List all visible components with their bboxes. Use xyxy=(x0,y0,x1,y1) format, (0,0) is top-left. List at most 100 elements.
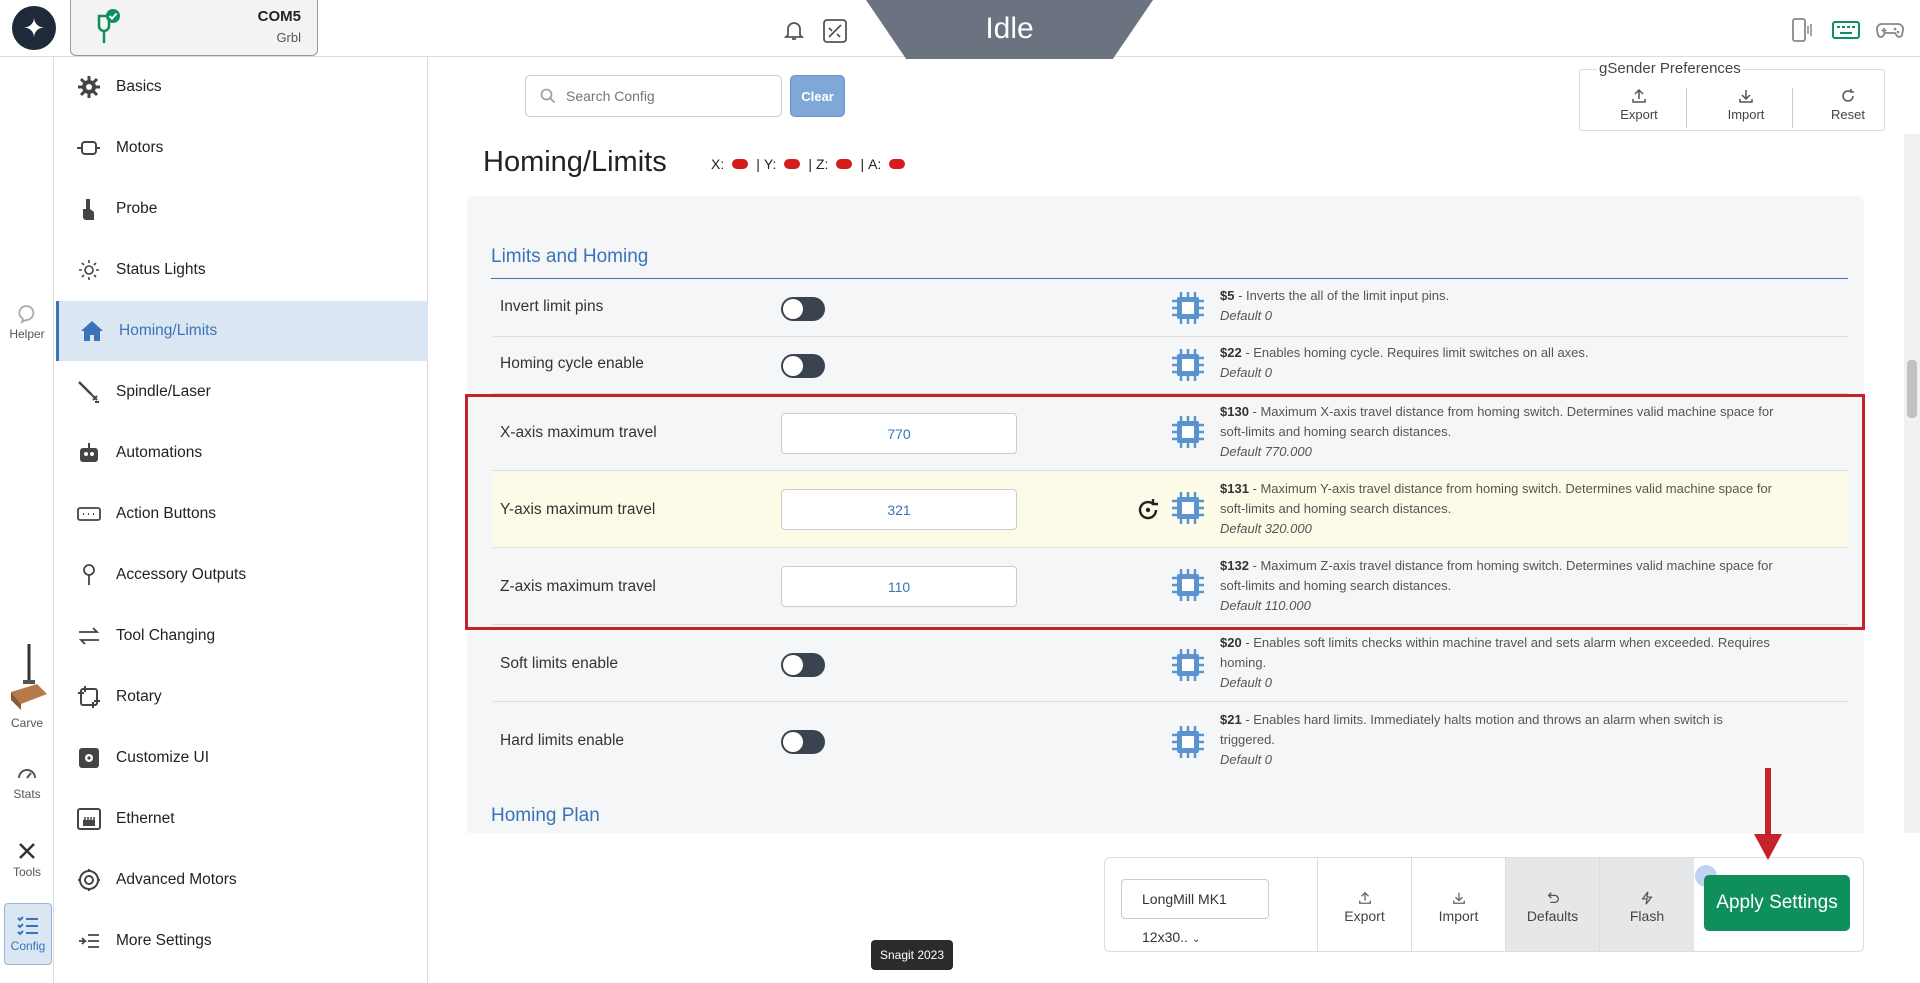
gcode-icon[interactable] xyxy=(822,18,848,44)
axis-z-label: Z: xyxy=(815,156,829,172)
page-title: Homing/Limits xyxy=(483,146,667,178)
prefs-export-button[interactable]: Export xyxy=(1604,88,1674,122)
pin-icon xyxy=(76,562,102,588)
machine-profile-select[interactable]: LongMill MK1 12x30.. ⌄ xyxy=(1121,879,1269,945)
helper-icon xyxy=(18,305,35,324)
import-settings-button[interactable]: Import xyxy=(1411,858,1505,951)
setting-text: - Inverts the all of the limit input pin… xyxy=(1234,288,1450,303)
export-settings-button[interactable]: Export xyxy=(1317,858,1411,951)
bell-icon[interactable] xyxy=(782,18,806,42)
search-input[interactable] xyxy=(566,88,766,104)
nav-item-status-lights[interactable]: Status Lights xyxy=(56,240,428,300)
search-box[interactable] xyxy=(525,75,782,117)
import-label: Import xyxy=(1438,908,1479,924)
axis-y-label: Y: xyxy=(763,156,777,172)
divider xyxy=(1686,88,1687,128)
probe-icon xyxy=(76,196,102,222)
lightning-icon xyxy=(1641,891,1653,905)
nav-item-more-settings[interactable]: More Settings xyxy=(56,911,428,971)
setting-description: $5 - Inverts the all of the limit input … xyxy=(1220,286,1780,326)
stats-gauge-icon xyxy=(18,769,36,779)
nav-item-homing-limits[interactable]: Homing/Limits xyxy=(56,301,428,361)
home-icon xyxy=(79,318,105,344)
flash-button[interactable]: Flash xyxy=(1599,858,1694,951)
setting-default: Default 0 xyxy=(1220,308,1273,323)
apply-settings-button[interactable]: Apply Settings xyxy=(1704,875,1850,931)
nav-item-accessory-outputs[interactable]: Accessory Outputs xyxy=(56,545,428,605)
prefs-import-button[interactable]: Import xyxy=(1711,88,1781,122)
hard-limits-enable-toggle[interactable] xyxy=(781,730,825,754)
motor-icon xyxy=(76,135,102,161)
nav-item-rotary[interactable]: Rotary xyxy=(56,667,428,727)
nav-item-action-buttons[interactable]: Action Buttons xyxy=(56,484,428,544)
setting-default: Default 0 xyxy=(1220,675,1273,690)
axis-a-indicator xyxy=(889,159,906,169)
setting-label: Hard limits enable xyxy=(500,732,625,749)
config-list-icon xyxy=(17,916,38,936)
nav-item-automations[interactable]: Automations xyxy=(56,423,428,483)
keyboard-icon[interactable] xyxy=(1832,18,1860,42)
nav-item-label: Automations xyxy=(116,444,203,461)
defaults-label: Defaults xyxy=(1526,908,1579,924)
defaults-button[interactable]: Defaults xyxy=(1505,858,1599,951)
rail-config[interactable]: Config xyxy=(4,903,52,965)
nav-item-advanced-motors[interactable]: Advanced Motors xyxy=(56,850,428,910)
rail-carve[interactable]: Carve xyxy=(0,642,54,730)
nav-item-label: Action Buttons xyxy=(116,505,216,522)
nav-item-ethernet[interactable]: Ethernet xyxy=(56,789,428,849)
axis-x-label: X: xyxy=(711,156,725,172)
reset-icon xyxy=(1842,89,1854,102)
ethernet-icon xyxy=(76,806,102,832)
undo-icon xyxy=(1547,892,1559,904)
setting-code: $22 xyxy=(1220,345,1242,360)
prefs-reset-label: Reset xyxy=(1831,107,1865,122)
connection-button[interactable]: COM5 Grbl xyxy=(70,0,318,56)
rail-stats[interactable]: Stats xyxy=(0,762,54,801)
firmware-chip-icon xyxy=(1172,349,1204,381)
section-title-limits-homing: Limits and Homing xyxy=(491,246,649,267)
setting-code: $20 xyxy=(1220,635,1242,650)
machine-profile-value: LongMill MK1 12x30.. xyxy=(1142,891,1227,945)
nav-item-label: Probe xyxy=(116,200,158,217)
axis-separator: | xyxy=(860,156,865,172)
setting-description: $20 - Enables soft limits checks within … xyxy=(1220,633,1780,693)
rail-tools[interactable]: Tools xyxy=(0,840,54,879)
prefs-import-label: Import xyxy=(1727,107,1765,122)
mobile-icon[interactable] xyxy=(1787,18,1815,42)
nav-item-label: Motors xyxy=(116,139,164,156)
invert-limit-pins-toggle[interactable] xyxy=(781,297,825,321)
upload-icon xyxy=(1632,88,1646,103)
nav-item-motors[interactable]: Motors xyxy=(56,118,428,178)
spindle-icon xyxy=(76,379,102,405)
rotary-icon xyxy=(76,684,102,710)
homing-cycle-enable-toggle[interactable] xyxy=(781,354,825,378)
nav-item-spindle-laser[interactable]: Spindle/Laser xyxy=(56,362,428,422)
gsender-logo[interactable]: ✦ xyxy=(12,6,56,50)
soft-limits-enable-toggle[interactable] xyxy=(781,653,825,677)
nav-item-basics[interactable]: Basics xyxy=(56,57,428,117)
vertical-scrollbar[interactable] xyxy=(1904,134,1920,833)
nav-item-customize-ui[interactable]: Customize UI xyxy=(56,728,428,788)
axis-a-label: A: xyxy=(868,156,882,172)
gamepad-icon[interactable] xyxy=(1876,18,1904,42)
firmware-chip-icon xyxy=(1172,292,1204,324)
nav-item-tool-changing[interactable]: Tool Changing xyxy=(56,606,428,666)
rail-helper[interactable]: Helper xyxy=(0,302,54,341)
nav-item-label: Rotary xyxy=(116,688,162,705)
clear-button[interactable]: Clear xyxy=(790,75,845,117)
axis-limit-status: X: | Y: | Z: | A: xyxy=(711,156,909,172)
prefs-reset-button[interactable]: Reset xyxy=(1813,88,1883,122)
annotation-highlight-box xyxy=(465,394,1865,630)
rail-carve-label: Carve xyxy=(10,716,43,730)
download-icon xyxy=(1739,90,1753,103)
scrollbar-thumb[interactable] xyxy=(1907,360,1917,418)
rail-config-label: Config xyxy=(10,939,46,953)
nav-item-label: Tool Changing xyxy=(116,627,216,644)
setting-row-hard-limits-enable: Hard limits enable $21 - Enables hard li… xyxy=(493,702,1848,779)
firmware-chip-icon xyxy=(1172,726,1204,758)
nav-item-probe[interactable]: Probe xyxy=(56,179,428,239)
axis-y-indicator xyxy=(784,159,801,169)
advanced-motor-icon xyxy=(76,867,102,893)
upload-icon xyxy=(1358,891,1371,904)
chevron-down-icon: ⌄ xyxy=(1191,934,1201,945)
